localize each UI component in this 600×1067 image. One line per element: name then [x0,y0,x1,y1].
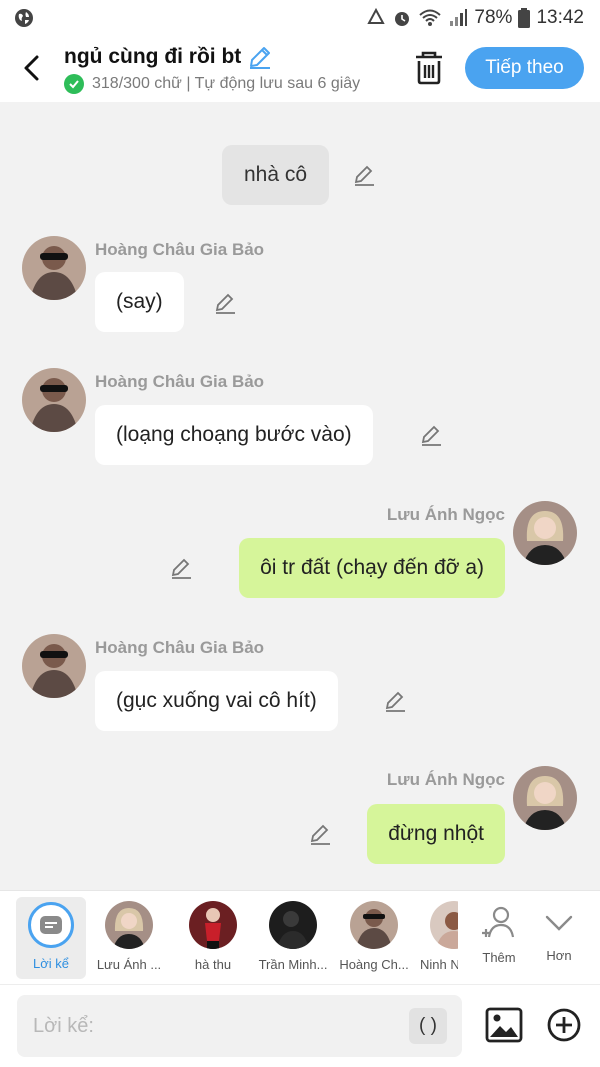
avatar [430,901,458,949]
character-label: hà thu [194,957,232,972]
avatar-hoang-chau-gia-bao[interactable] [22,368,86,432]
avatar [350,901,398,949]
sender-name: Lưu Ánh Ngọc [386,505,505,524]
saved-check-icon [64,74,84,94]
character-label: Lưu Ánh ... [96,957,162,972]
message-bubble[interactable]: (loạng choạng bước vào) [95,405,373,465]
recycle-icon [367,8,386,24]
edit-icon[interactable] [419,423,443,447]
character-hoang-chau[interactable]: Hoàng Ch... [337,897,411,979]
clock: 13:42 [536,7,584,28]
story-title: ngủ cùng đi rồi bt [64,45,242,68]
chat-area: nhà cô Hoàng Châu Gia Bảo (say) Hoàng Ch… [0,102,600,890]
sender-name: Hoàng Châu Gia Bảo [95,372,265,391]
globe-icon [15,9,33,27]
sender-name: Hoàng Châu Gia Bảo [95,240,265,259]
avatar [269,901,317,949]
character-label: Ninh N [420,957,458,972]
alarm-icon [395,12,410,26]
character-label: Hoàng Ch... [339,957,409,972]
narration-bubble[interactable]: nhà cô [222,145,330,205]
avatar [105,901,153,949]
battery-percent: 78% [474,7,513,28]
wifi-icon [419,9,442,26]
character-label: Lời kể [33,956,69,971]
avatar-hoang-chau-gia-bao[interactable] [22,634,86,698]
edit-icon[interactable] [383,689,407,713]
chevron-down-icon [545,915,573,931]
input-bar: ( ) [0,984,600,1067]
narration-input[interactable] [17,995,462,1057]
parenthesis-button[interactable]: ( ) [409,1008,447,1044]
sender-name: Lưu Ánh Ngọc [386,770,505,789]
message-bubble[interactable]: (say) [95,272,184,332]
character-bar: Lời kể Lưu Ánh ... hà thu Trần Minh... H… [0,890,600,984]
message-bubble[interactable]: ôi tr đất (chạy đến đỡ a) [239,538,505,598]
character-luu-anh-ngoc[interactable]: Lưu Ánh ... [92,897,166,979]
character-label: Trần Minh... [258,957,328,972]
message-bubble[interactable]: đừng nhột [367,804,505,864]
signal-icon [450,9,468,26]
back-button[interactable] [14,50,50,86]
header: ngủ cùng đi rồi bt 318/300 chữ | Tự động… [0,36,600,102]
message-bubble[interactable]: (gục xuống vai cô hít) [95,671,338,731]
edit-title-icon[interactable] [247,44,273,70]
battery-icon [518,8,531,28]
edit-icon[interactable] [352,163,376,187]
narrator-icon [28,902,74,948]
plus-circle-icon[interactable] [546,1007,582,1043]
avatar-luu-anh-ngoc[interactable] [513,766,577,830]
sender-name: Hoàng Châu Gia Bảo [95,638,265,657]
status-bar: 78% 13:42 [0,0,600,36]
autosave-status: 318/300 chữ | Tự động lưu sau 6 giây [92,75,361,92]
image-icon[interactable] [484,1005,524,1045]
trash-icon[interactable] [412,50,446,86]
more-label: Hơn [546,948,572,963]
avatar-hoang-chau-gia-bao[interactable] [22,236,86,300]
character-ha-thu[interactable]: hà thu [176,897,250,979]
edit-icon[interactable] [213,291,237,315]
edit-icon[interactable] [169,556,193,580]
character-tran-minh[interactable]: Trần Minh... [256,897,330,979]
chevron-left-icon [24,55,39,81]
add-person-icon [482,906,515,938]
character-narrator[interactable]: Lời kể [16,897,86,979]
character-ninh[interactable]: Ninh N [418,897,458,979]
avatar [189,901,237,949]
more-button[interactable]: Hơn [522,897,596,979]
next-button[interactable]: Tiếp theo [465,47,584,89]
edit-icon[interactable] [308,822,332,846]
avatar-luu-anh-ngoc[interactable] [513,501,577,565]
